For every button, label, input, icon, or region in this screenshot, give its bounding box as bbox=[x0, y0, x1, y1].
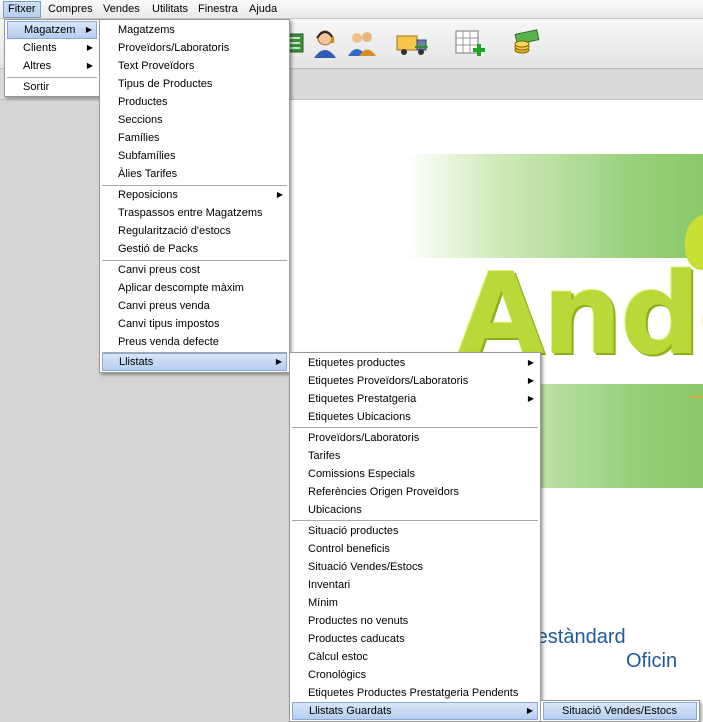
menu-item-label: Altres bbox=[23, 60, 52, 72]
menu-item-calcul-estoc[interactable]: Càlcul estoc bbox=[292, 648, 538, 666]
menu-item-label: Magatzem bbox=[24, 24, 76, 36]
menu-item-tarifes[interactable]: Tarifes bbox=[292, 447, 538, 465]
menu-item-magatzems[interactable]: Magatzems bbox=[102, 21, 287, 39]
menu-item-proveidors[interactable]: Proveïdors/Laboratoris bbox=[102, 39, 287, 57]
submenu-arrow-icon: ▶ bbox=[86, 61, 93, 70]
menu-item-clients[interactable]: Clients ▶ bbox=[7, 39, 97, 57]
menu-item-etiquetes-prestatgeria[interactable]: Etiquetes Prestatgeria ▶ bbox=[292, 390, 538, 408]
menu-item-llistats-guardats[interactable]: Llistats Guardats ▶ bbox=[292, 702, 538, 720]
menu-item-productes-no-venuts[interactable]: Productes no venuts bbox=[292, 612, 538, 630]
menu-utilitats[interactable]: Utilitats bbox=[148, 1, 192, 18]
menu-item-canvi-tipus-impostos[interactable]: Canvi tipus impostos bbox=[102, 315, 287, 333]
menu-item-control-beneficis[interactable]: Control beneficis bbox=[292, 540, 538, 558]
submenu-arrow-icon: ▶ bbox=[527, 376, 534, 385]
menu-item-label: Clients bbox=[23, 42, 57, 54]
menu-item-preus-venda-defecte[interactable]: Preus venda defecte bbox=[102, 333, 287, 351]
menu-item-etiquetes-ubicacions[interactable]: Etiquetes Ubicacions bbox=[292, 408, 538, 426]
menu-item-magatzem[interactable]: Magatzem ▶ bbox=[7, 21, 97, 39]
menu-item-label: Sortir bbox=[23, 81, 50, 93]
menu-item-llistat-proveidors[interactable]: Proveïdors/Laboratoris bbox=[292, 429, 538, 447]
menu-item-canvi-preus-venda[interactable]: Canvi preus venda bbox=[102, 297, 287, 315]
menu-item-cronologics[interactable]: Cronològics bbox=[292, 666, 538, 684]
truck-icon[interactable] bbox=[395, 26, 429, 60]
menu-item-label: Llistats bbox=[119, 356, 154, 368]
menu-item-situacio-productes[interactable]: Situació productes bbox=[292, 522, 538, 540]
menu-item-label: Etiquetes Proveïdors/Laboratoris bbox=[308, 375, 469, 387]
menu-item-label: Reposicions bbox=[118, 189, 178, 201]
menu-item-situacio-vendes-estocs[interactable]: Situació Vendes/Estocs bbox=[292, 558, 538, 576]
splash-line-2: Oficin bbox=[626, 650, 678, 672]
menu-item-referencies-origen[interactable]: Referències Origen Proveïdors bbox=[292, 483, 538, 501]
menu-item-comissions[interactable]: Comissions Especials bbox=[292, 465, 538, 483]
fitxer-menu: Magatzem ▶ Clients ▶ Altres ▶ Sortir bbox=[4, 19, 100, 97]
menu-item-subfamilies[interactable]: Subfamílies bbox=[102, 147, 287, 165]
splash-band-top bbox=[405, 154, 703, 258]
menu-item-etiquetes-productes[interactable]: Etiquetes productes ▶ bbox=[292, 354, 538, 372]
menu-item-alies-tarifes[interactable]: Àlies Tarifes bbox=[102, 165, 287, 183]
support-agent-icon[interactable] bbox=[308, 26, 342, 60]
menu-item-text-proveidors[interactable]: Text Proveïdors bbox=[102, 57, 287, 75]
menu-item-minim[interactable]: Mínim bbox=[292, 594, 538, 612]
users-icon[interactable] bbox=[345, 26, 379, 60]
magatzem-menu: Magatzems Proveïdors/Laboratoris Text Pr… bbox=[99, 19, 290, 373]
menu-item-canvi-preus-cost[interactable]: Canvi preus cost bbox=[102, 261, 287, 279]
submenu-arrow-icon: ▶ bbox=[85, 25, 92, 34]
menu-item-tipus-productes[interactable]: Tipus de Productes bbox=[102, 75, 287, 93]
menu-item-saved-situacio-vendes[interactable]: Situació Vendes/Estocs bbox=[543, 702, 697, 720]
menu-separator bbox=[292, 427, 538, 428]
menu-item-gestio-packs[interactable]: Gestió de Packs bbox=[102, 240, 287, 258]
menu-ajuda[interactable]: Ajuda bbox=[245, 1, 281, 18]
menu-finestra[interactable]: Finestra bbox=[194, 1, 242, 18]
menu-item-regularitzacio[interactable]: Regularització d'estocs bbox=[102, 222, 287, 240]
menu-item-reposicions[interactable]: Reposicions ▶ bbox=[102, 186, 287, 204]
menu-item-etiquetes-pendents[interactable]: Etiquetes Productes Prestatgeria Pendent… bbox=[292, 684, 538, 702]
menu-item-productes-caducats[interactable]: Productes caducats bbox=[292, 630, 538, 648]
menu-item-label: Etiquetes productes bbox=[308, 357, 406, 369]
guardats-menu: Situació Vendes/Estocs bbox=[540, 700, 700, 722]
menu-vendes[interactable]: Vendes bbox=[99, 1, 144, 18]
menu-item-label: Llistats Guardats bbox=[309, 705, 392, 717]
submenu-arrow-icon: ▶ bbox=[276, 190, 283, 199]
menu-item-llistats[interactable]: Llistats ▶ bbox=[102, 353, 287, 371]
submenu-arrow-icon: ▶ bbox=[527, 358, 534, 367]
menu-item-families[interactable]: Famílies bbox=[102, 129, 287, 147]
menu-item-seccions[interactable]: Seccions bbox=[102, 111, 287, 129]
menu-compres[interactable]: Compres bbox=[44, 1, 97, 18]
menu-item-sortir[interactable]: Sortir bbox=[7, 78, 97, 96]
menu-item-altres[interactable]: Altres ▶ bbox=[7, 57, 97, 75]
menu-item-aplicar-descompte[interactable]: Aplicar descompte màxim bbox=[102, 279, 287, 297]
submenu-arrow-icon: ▶ bbox=[527, 394, 534, 403]
menu-fitxer[interactable]: Fitxer bbox=[3, 1, 41, 18]
menu-item-traspassos[interactable]: Traspassos entre Magatzems bbox=[102, 204, 287, 222]
menu-item-label: Etiquetes Prestatgeria bbox=[308, 393, 417, 405]
llistats-menu: Etiquetes productes ▶ Etiquetes Proveïdo… bbox=[289, 352, 541, 722]
menu-separator bbox=[292, 520, 538, 521]
menu-item-inventari[interactable]: Inventari bbox=[292, 576, 538, 594]
logo-accent-line bbox=[690, 396, 703, 398]
add-grid-icon[interactable] bbox=[453, 26, 487, 60]
menu-item-ubicacions[interactable]: Ubicacions bbox=[292, 501, 538, 519]
submenu-arrow-icon: ▶ bbox=[526, 706, 533, 715]
menu-item-productes[interactable]: Productes bbox=[102, 93, 287, 111]
menu-bar: Fitxer Compres Vendes Utilitats Finestra… bbox=[0, 0, 703, 19]
submenu-arrow-icon: ▶ bbox=[86, 43, 93, 52]
menu-item-etiquetes-proveidors[interactable]: Etiquetes Proveïdors/Laboratoris ▶ bbox=[292, 372, 538, 390]
money-icon[interactable] bbox=[510, 26, 544, 60]
submenu-arrow-icon: ▶ bbox=[275, 357, 282, 366]
